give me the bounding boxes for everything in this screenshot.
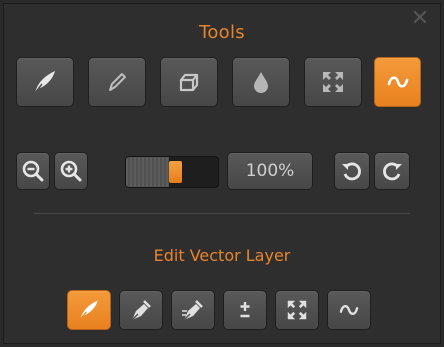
vector-pen-add-button[interactable] — [119, 290, 163, 330]
transform-tool-button[interactable] — [304, 57, 362, 107]
brush-tool-button[interactable] — [16, 57, 74, 107]
expand-arrows-icon — [320, 69, 346, 95]
panel-title: Tools — [199, 22, 245, 43]
zoom-level-button[interactable]: 100% — [227, 152, 313, 190]
tools-panel: Tools ✕ 100% Edit Vector Layer — [3, 3, 441, 344]
zoom-slider[interactable] — [125, 156, 219, 188]
rotate-cw-icon — [379, 158, 405, 184]
feather-icon — [76, 297, 102, 323]
zoom-out-button[interactable] — [16, 152, 50, 190]
close-icon[interactable]: ✕ — [410, 8, 430, 30]
rotate-right-button[interactable] — [374, 152, 410, 190]
zoom-in-button[interactable] — [54, 152, 88, 190]
pen-icon — [128, 297, 154, 323]
pen-move-icon — [180, 297, 206, 323]
vector-curve-button[interactable] — [327, 290, 371, 330]
vector-pen-remove-button[interactable] — [171, 290, 215, 330]
fill-tool-button[interactable] — [232, 57, 290, 107]
zoom-in-icon — [58, 158, 84, 184]
vector-plus-minus-button[interactable] — [223, 290, 267, 330]
zoom-out-icon — [20, 158, 46, 184]
feather-icon — [30, 67, 60, 97]
curve-tool-button[interactable] — [374, 57, 421, 107]
vector-brush-button[interactable] — [67, 290, 111, 330]
plus-minus-icon — [234, 299, 256, 321]
pencil-icon — [103, 68, 131, 96]
zoom-slider-handle[interactable] — [169, 161, 182, 183]
eraser-tool-button[interactable] — [160, 57, 218, 107]
wave-icon — [385, 72, 411, 92]
zoom-slider-fill — [126, 157, 169, 187]
wave-icon — [337, 301, 361, 319]
pencil-tool-button[interactable] — [88, 57, 146, 107]
rotate-left-button[interactable] — [334, 152, 370, 190]
rotate-ccw-icon — [339, 158, 365, 184]
eraser-icon — [175, 68, 203, 96]
drop-icon — [248, 68, 274, 96]
vector-section-title: Edit Vector Layer — [153, 246, 291, 265]
vector-transform-button[interactable] — [275, 290, 319, 330]
section-divider — [34, 213, 410, 214]
expand-arrows-icon — [285, 298, 309, 322]
